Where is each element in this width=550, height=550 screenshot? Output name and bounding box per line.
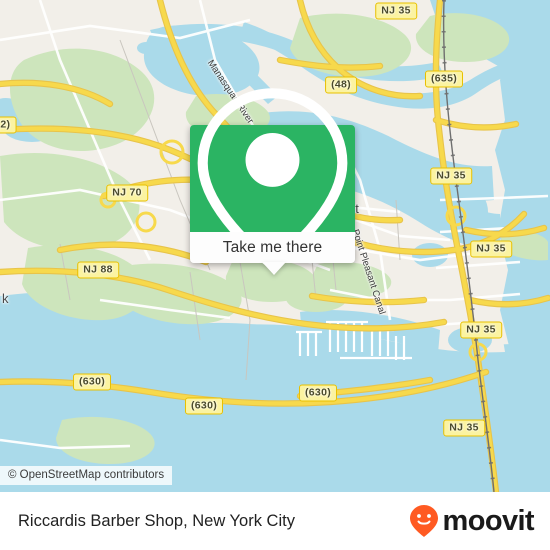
location-popup[interactable]: Take me there <box>190 87 355 275</box>
road-shield: (635) <box>424 70 464 88</box>
place-title: Riccardis Barber Shop, New York City <box>18 511 295 530</box>
road-shield: (630) <box>72 373 112 391</box>
road-shield: NJ 35 <box>460 321 502 339</box>
popup-header <box>190 87 355 271</box>
take-me-there-label: Take me there <box>222 238 323 256</box>
moovit-logo[interactable]: moovit <box>409 504 535 538</box>
road-shield: NJ 35 <box>375 2 417 20</box>
place-label-brick: k <box>2 291 9 306</box>
take-me-there-button[interactable]: Take me there <box>190 232 355 275</box>
road-shield: NJ 35 <box>430 167 472 185</box>
bottom-bar: Riccardis Barber Shop, New York City moo… <box>0 492 550 550</box>
osm-attribution[interactable]: © OpenStreetMap contributors <box>0 466 173 485</box>
road-shield: NJ 35 <box>443 419 485 437</box>
map-screenshot: (2) NJ 35 (48) (635) NJ 70 NJ 35 NJ 35 N… <box>0 0 550 550</box>
moovit-wordmark: moovit <box>442 504 535 537</box>
moovit-pin-icon <box>409 505 438 537</box>
road-shield: NJ 70 <box>106 184 148 202</box>
road-shield: NJ 35 <box>470 240 512 258</box>
road-shield: NJ 88 <box>77 261 119 279</box>
popup-pointer <box>262 262 286 275</box>
map-canvas[interactable]: (2) NJ 35 (48) (635) NJ 70 NJ 35 NJ 35 N… <box>0 0 550 492</box>
road-shield: (2) <box>0 116 17 134</box>
map-pin-icon <box>197 87 348 271</box>
